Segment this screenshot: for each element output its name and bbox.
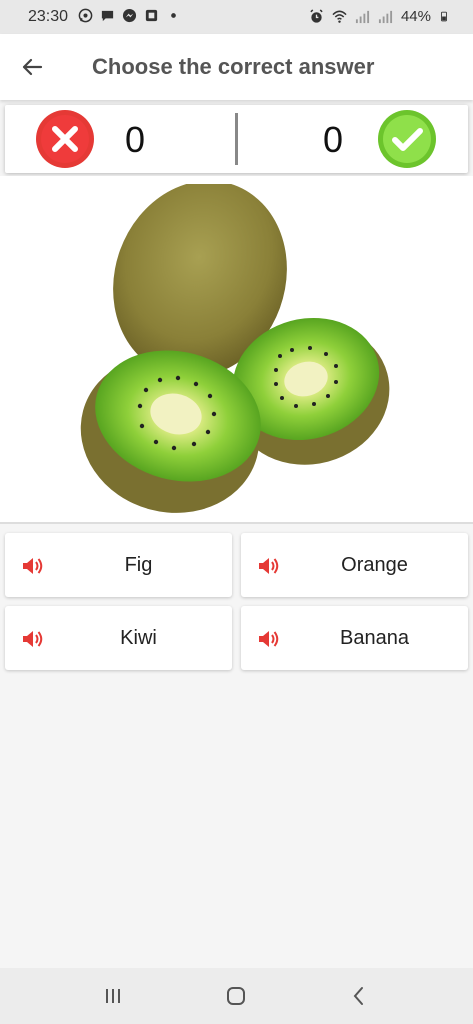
notification-icons: [78, 8, 181, 23]
nav-back-button[interactable]: [344, 982, 374, 1010]
page-title: Choose the correct answer: [92, 54, 375, 79]
correct-answers-icon: [378, 110, 436, 168]
back-button[interactable]: [14, 49, 50, 85]
system-icons: 44%: [309, 8, 449, 25]
answer-label: Kiwi: [120, 627, 157, 649]
speaker-icon[interactable]: [21, 555, 45, 577]
app-bar: Choose the correct answer: [0, 34, 473, 100]
signal-icon: [378, 10, 393, 24]
speaker-icon[interactable]: [257, 555, 281, 577]
dot-icon: [171, 13, 176, 18]
answer-label: Banana: [340, 627, 409, 649]
app-icon: [145, 9, 158, 22]
question-image-area: [0, 176, 473, 524]
battery-percent: 44%: [400, 8, 431, 25]
whatsapp-icon: [78, 8, 93, 23]
system-nav-bar: [0, 968, 473, 1024]
home-icon: [227, 987, 245, 1005]
wrong-count: 0: [125, 119, 146, 160]
right-count: 0: [323, 119, 344, 160]
kiwi-fruit-image: [80, 184, 390, 513]
wrong-answers-icon: [36, 110, 94, 168]
score-divider: [235, 113, 238, 165]
recents-icon: [106, 989, 120, 1003]
back-icon: [353, 987, 363, 1005]
score-card: 0 0: [5, 105, 468, 173]
speaker-icon[interactable]: [21, 628, 45, 650]
arrow-left-icon: [22, 58, 43, 76]
signal-icon: [355, 10, 370, 24]
battery-icon: [441, 11, 447, 22]
alarm-icon: [310, 9, 323, 23]
status-time: 23:30: [28, 8, 69, 25]
message-icon: [101, 10, 114, 22]
home-button[interactable]: [221, 982, 251, 1010]
answer-button-banana[interactable]: Banana: [241, 606, 468, 670]
wifi-icon: [332, 10, 347, 23]
answer-button-fig[interactable]: Fig: [5, 533, 232, 597]
answer-label: Fig: [124, 554, 153, 576]
answer-label: Orange: [341, 554, 408, 576]
status-bar: 23:30 44%: [0, 0, 473, 34]
answer-button-kiwi[interactable]: Kiwi: [5, 606, 232, 670]
speaker-icon[interactable]: [257, 628, 281, 650]
answer-button-orange[interactable]: Orange: [241, 533, 468, 597]
messenger-icon: [122, 8, 137, 23]
recents-button[interactable]: [98, 982, 128, 1010]
